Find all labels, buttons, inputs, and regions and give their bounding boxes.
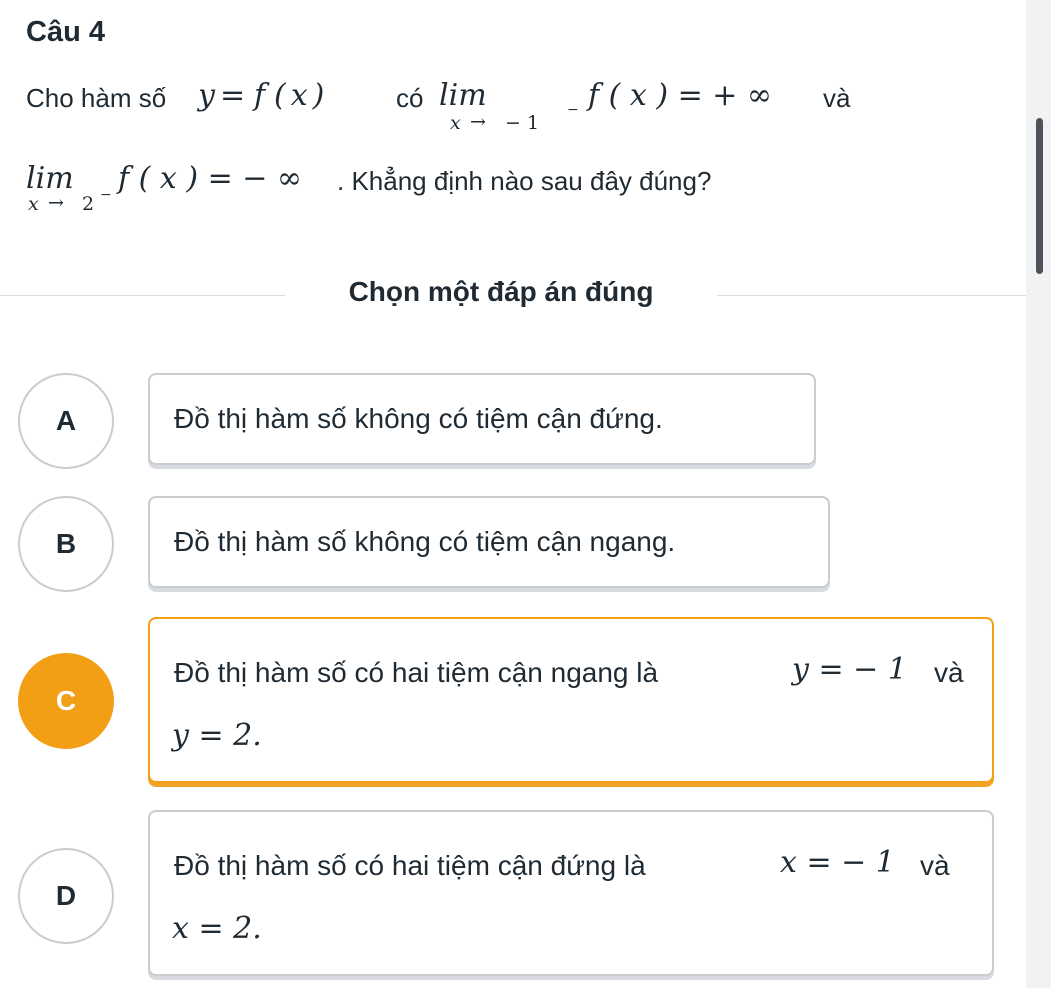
limit2-expression: f ( x ) = − ∞ [118,161,302,196]
option-d-card[interactable]: Đồ thị hàm số có hai tiệm cận đứng là x … [148,810,994,976]
function-f: f [254,78,266,113]
option-b-letter[interactable]: B [18,496,114,592]
limit-sub-var: x [450,112,461,134]
function-equals: = [220,78,246,113]
option-a-card[interactable]: Đồ thị hàm số không có tiệm cận đứng. [148,373,816,465]
divider-left [0,295,285,296]
option-d-text: Đồ thị hàm số có hai tiệm cận đứng là [174,850,646,881]
limit2-sub-arrow: → [48,192,64,214]
option-c-text: Đồ thị hàm số có hai tiệm cận ngang là [174,657,659,688]
option-b-card[interactable]: Đồ thị hàm số không có tiệm cận ngang. [148,496,830,588]
question-ask: . Khẳng định nào sau đây đúng? [337,166,712,196]
limit-word-2: lim [26,161,74,196]
option-c-math-1: y = − 1 [792,652,907,687]
option-d-conjunction: và [920,850,950,881]
option-c-letter[interactable]: C [18,653,114,749]
choose-prompt: Chọn một đáp án đúng [348,276,654,307]
connector-va: và [823,83,851,113]
option-a-letter[interactable]: A [18,373,114,469]
limit-word: lim [439,78,487,113]
limit-sub-value: − 1 [505,112,540,134]
scrollbar-thumb[interactable] [1036,118,1043,274]
question-prefix: Cho hàm số [26,83,167,113]
option-d-math-2: x = 2. [172,911,262,946]
limit2-sub-value: 2 [82,193,95,215]
function-y: y [198,78,215,113]
divider-right [717,295,1026,296]
option-c-card[interactable]: Đồ thị hàm số có hai tiệm cận ngang là y… [148,617,994,783]
option-c-conjunction: và [934,657,964,688]
limit-expression: f ( x ) = + ∞ [588,78,772,113]
connector-co: có [396,83,424,113]
limit2-sub-sign: − [100,187,112,203]
option-a-text: Đồ thị hàm số không có tiệm cận đứng. [174,403,663,434]
limit-sub-sign: − [567,102,579,118]
option-b-text: Đồ thị hàm số không có tiệm cận ngang. [174,526,676,557]
limit2-sub-var: x [28,193,39,215]
limit-sub-arrow: → [470,111,486,133]
option-d-math-1: x = − 1 [780,845,895,880]
option-c-math-2: y = 2. [172,718,262,753]
option-d-letter[interactable]: D [18,848,114,944]
function-args: (x) [274,78,330,113]
question-title: Câu 4 [26,16,105,48]
